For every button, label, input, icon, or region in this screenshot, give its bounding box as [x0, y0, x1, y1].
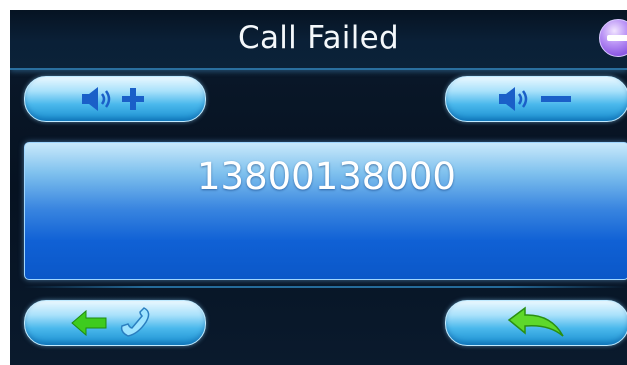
- backspace-button[interactable]: [24, 300, 206, 346]
- phone-number: 13800138000: [197, 155, 456, 198]
- arrow-left-phone-icon: [71, 307, 150, 337]
- curved-back-arrow-icon: [507, 306, 564, 337]
- title-bar: Call Failed: [10, 10, 627, 70]
- minus-circle-icon: [607, 35, 627, 41]
- speaker-plus-icon: [82, 87, 144, 111]
- volume-up-button[interactable]: [24, 76, 206, 122]
- phone-number-display: 13800138000: [24, 142, 627, 280]
- call-screen: Call Failed 13800138000: [10, 10, 627, 365]
- divider: [24, 286, 627, 288]
- page-title: Call Failed: [238, 20, 399, 56]
- volume-down-button[interactable]: [445, 76, 627, 122]
- return-button[interactable]: [445, 300, 627, 346]
- speaker-minus-icon: [499, 87, 571, 111]
